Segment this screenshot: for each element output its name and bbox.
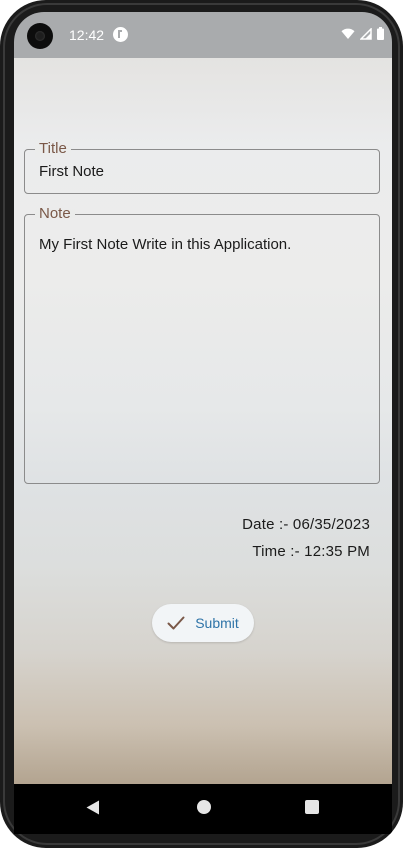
date-text: Date :- 06/35/2023 xyxy=(242,516,370,533)
title-field[interactable]: Title First Note xyxy=(24,140,380,194)
back-icon[interactable] xyxy=(86,800,100,815)
home-icon[interactable] xyxy=(197,800,211,814)
status-time: 12:42 xyxy=(69,27,105,43)
note-label: Note xyxy=(35,205,75,223)
signal-icon xyxy=(360,28,372,40)
status-bar: 12:42 xyxy=(14,12,392,58)
note-editor: Title First Note Note My First Note Writ… xyxy=(14,58,392,784)
status-icons xyxy=(341,27,384,40)
submit-button[interactable]: Submit xyxy=(152,604,254,642)
title-input[interactable]: First Note xyxy=(39,163,104,180)
camera-cutout xyxy=(27,23,53,49)
time-text: Time :- 12:35 PM xyxy=(252,543,370,560)
note-field[interactable]: Note My First Note Write in this Applica… xyxy=(24,205,380,484)
navigation-bar xyxy=(14,784,392,834)
phone-frame: 12:42 Title First Note Note My First Not… xyxy=(0,0,403,848)
recents-icon[interactable] xyxy=(305,800,319,814)
screen: 12:42 Title First Note Note My First Not… xyxy=(14,12,392,834)
title-label: Title xyxy=(35,140,71,158)
battery-icon xyxy=(377,27,384,40)
wifi-icon xyxy=(341,28,355,39)
submit-label: Submit xyxy=(195,615,239,631)
check-icon xyxy=(167,616,185,630)
app-notification-icon xyxy=(113,27,128,42)
note-textarea[interactable]: My First Note Write in this Application. xyxy=(39,236,291,253)
